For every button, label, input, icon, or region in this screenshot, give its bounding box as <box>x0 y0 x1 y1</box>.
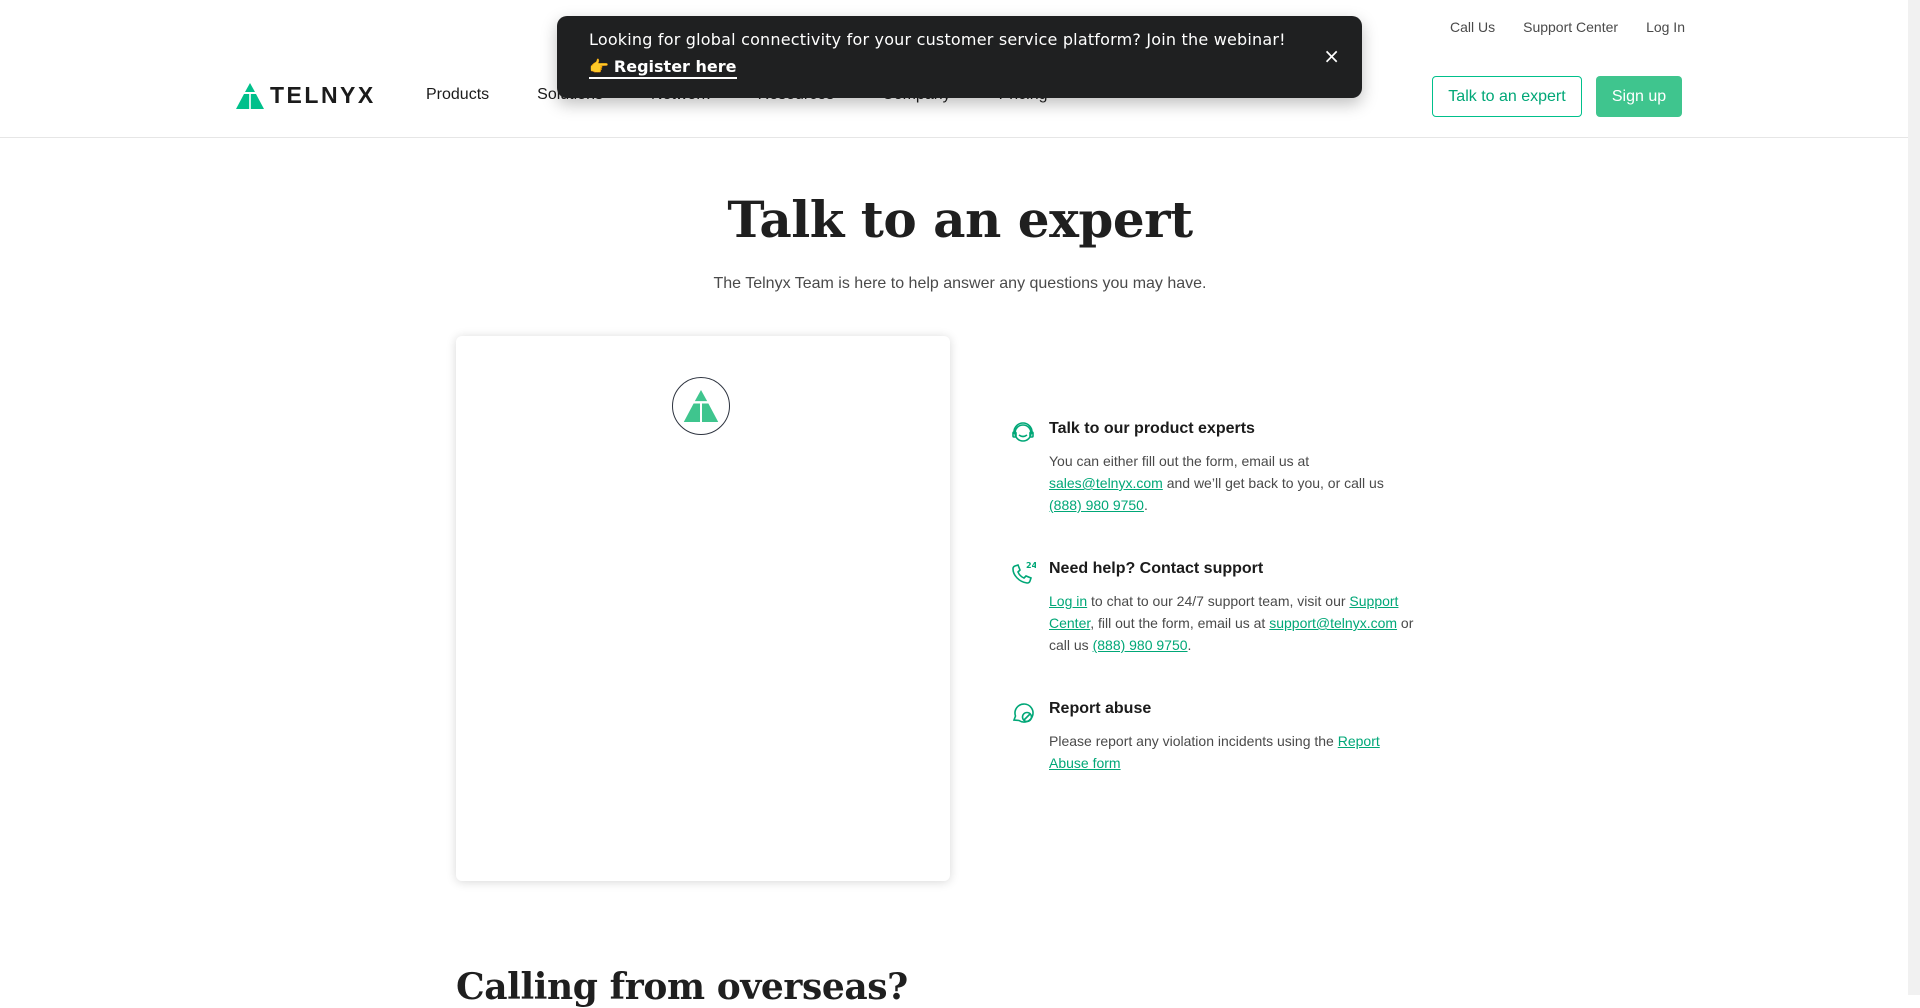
overseas-heading: Calling from overseas? <box>456 966 908 1008</box>
support-title: Need help? Contact support <box>1049 560 1264 577</box>
pointing-hand-icon: 👉 <box>589 57 609 76</box>
register-link[interactable]: 👉 Register here <box>589 57 737 79</box>
scrollbar[interactable] <box>1908 0 1920 995</box>
experts-text-3: . <box>1143 497 1148 513</box>
support-phone-link[interactable]: (888) 980 9750 <box>1093 637 1188 653</box>
experts-body: You can either fill out the form, email … <box>1049 450 1420 516</box>
utility-support-center[interactable]: Support Center <box>1523 19 1618 35</box>
sales-phone-link[interactable]: (888) 980 9750 <box>1049 497 1144 513</box>
loading-spinner <box>672 377 730 435</box>
telnyx-logo[interactable]: TELNYX <box>236 82 376 109</box>
chat-shield-icon <box>1012 703 1034 723</box>
experts-text-2: and we’ll get back to you, or call us <box>1162 475 1384 491</box>
abuse-title: Report abuse <box>1049 700 1152 717</box>
svg-text:24: 24 <box>1026 561 1036 570</box>
close-icon[interactable]: × <box>1323 46 1340 66</box>
support-login-link[interactable]: Log in <box>1049 593 1087 609</box>
abuse-text-1: Please report any violation incidents us… <box>1049 733 1338 749</box>
page-title: Talk to an expert <box>727 190 1193 249</box>
sign-up-button[interactable]: Sign up <box>1596 76 1682 117</box>
support-email-link[interactable]: support@telnyx.com <box>1269 615 1397 631</box>
experts-section: Talk to our product experts You can eith… <box>1010 420 1420 516</box>
nav-products[interactable]: Products <box>426 86 489 104</box>
abuse-section: Report abuse Please report any violation… <box>1010 700 1420 774</box>
support-text-2: , fill out the form, email us at <box>1090 615 1270 631</box>
abuse-body: Please report any violation incidents us… <box>1049 730 1420 774</box>
register-link-label: Register here <box>613 57 737 76</box>
support-section: 24 Need help? Contact support Log in to … <box>1010 560 1420 656</box>
utility-call-us[interactable]: Call Us <box>1450 19 1495 35</box>
webinar-banner: Looking for global connectivity for your… <box>557 16 1362 98</box>
logo-text: TELNYX <box>270 82 376 108</box>
headset-icon <box>1012 422 1034 442</box>
banner-text: Looking for global connectivity for your… <box>589 30 1286 49</box>
telnyx-logo-icon <box>236 82 264 109</box>
sales-email-link[interactable]: sales@telnyx.com <box>1049 475 1163 491</box>
telnyx-logo-icon <box>683 390 719 422</box>
phone-24-icon: 24 <box>1012 561 1036 584</box>
support-text-1: to chat to our 24/7 support team, visit … <box>1087 593 1350 609</box>
utility-nav: Call Us Support Center Log In <box>1450 19 1685 35</box>
experts-text-1: You can either fill out the form, email … <box>1049 453 1310 469</box>
contact-form-card <box>456 336 950 881</box>
page-subtitle: The Telnyx Team is here to help answer a… <box>713 275 1207 292</box>
talk-to-expert-button[interactable]: Talk to an expert <box>1432 76 1582 117</box>
support-body: Log in to chat to our 24/7 support team,… <box>1049 590 1420 656</box>
utility-log-in[interactable]: Log In <box>1646 19 1685 35</box>
experts-title: Talk to our product experts <box>1049 420 1255 437</box>
support-text-4: . <box>1187 637 1192 653</box>
contact-info: Talk to our product experts You can eith… <box>1010 418 1420 818</box>
